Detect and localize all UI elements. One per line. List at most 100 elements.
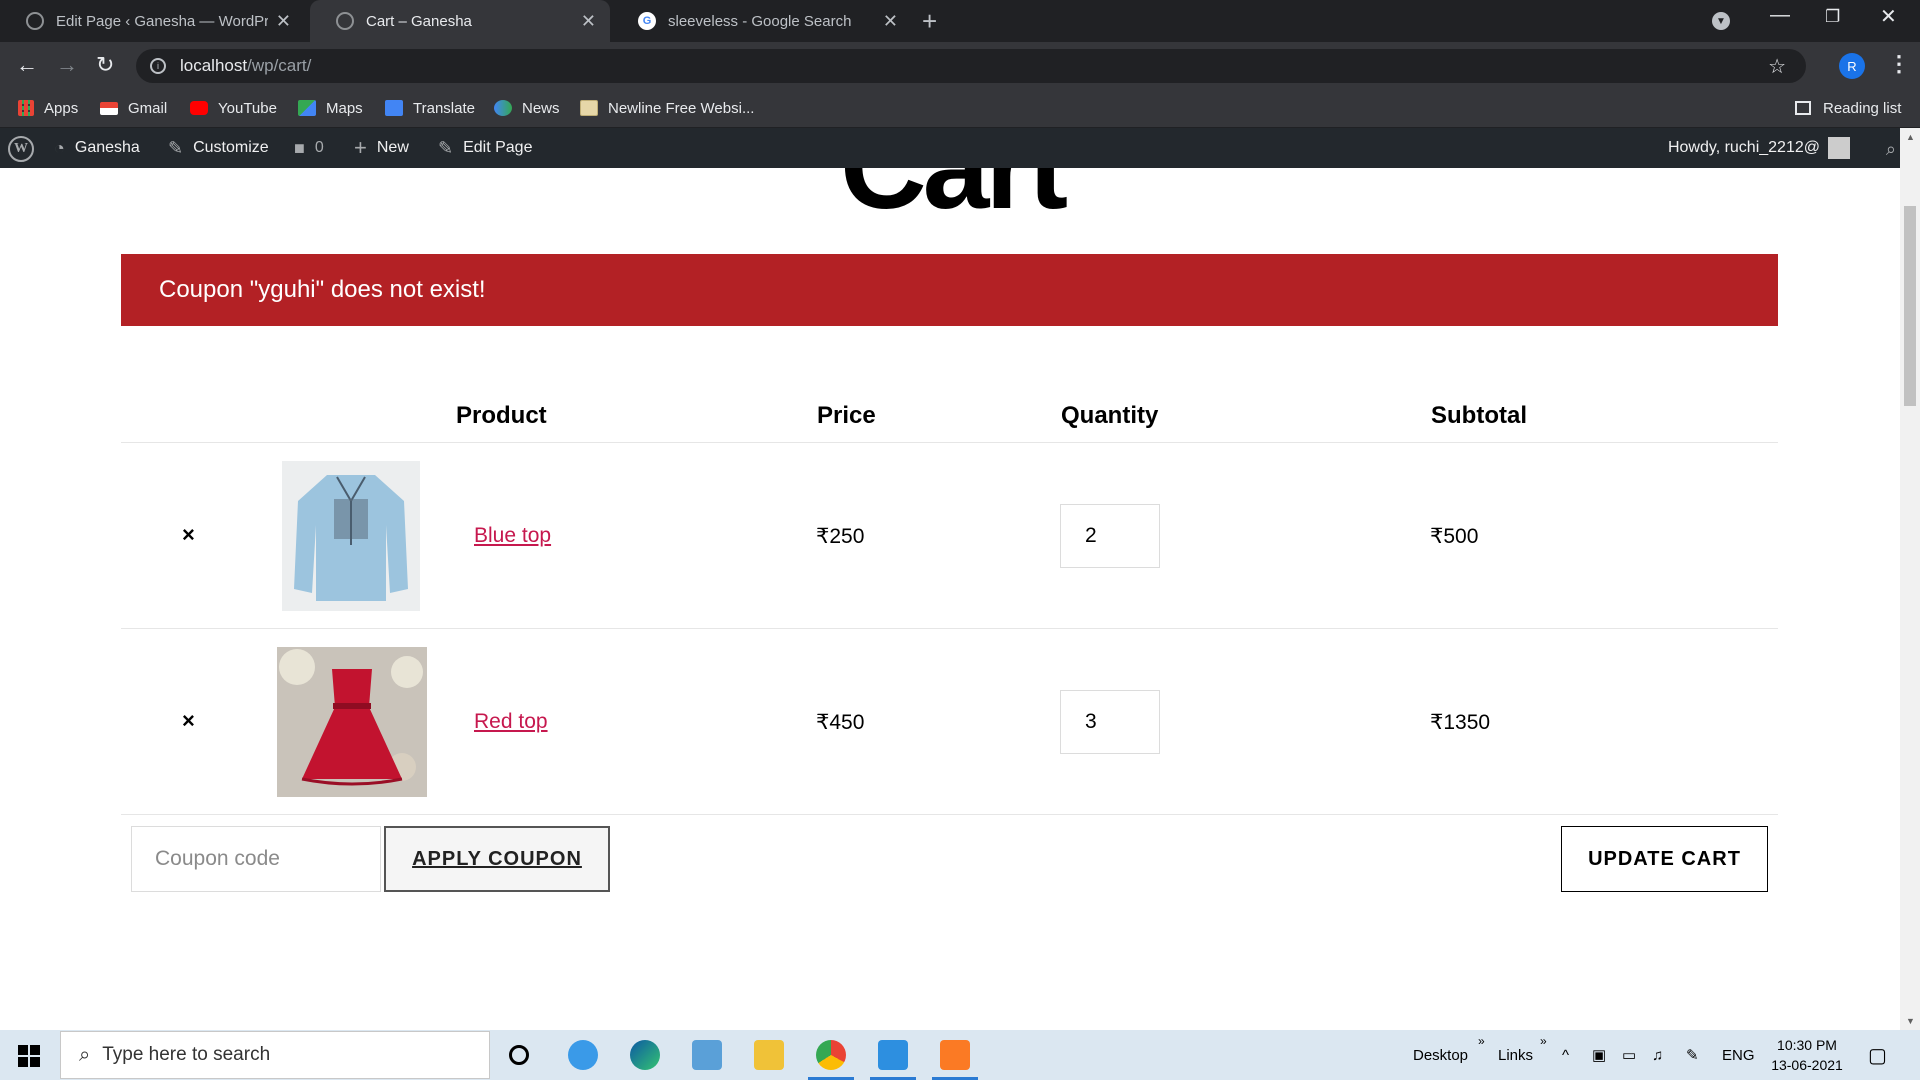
- notifications-icon[interactable]: ▢: [1868, 1030, 1887, 1080]
- row-divider: [121, 442, 1778, 443]
- row-divider: [121, 628, 1778, 629]
- chevron-right-icon[interactable]: »: [1540, 1016, 1547, 1066]
- chrome-icon[interactable]: [802, 1030, 860, 1080]
- chevron-up-icon[interactable]: ^: [1562, 1030, 1569, 1080]
- admin-search-icon[interactable]: ⌕: [1886, 139, 1896, 160]
- cortana-icon[interactable]: [490, 1030, 548, 1080]
- bookmark-youtube[interactable]: YouTube: [190, 88, 277, 128]
- address-bar[interactable]: i localhost/wp/cart/ ☆: [136, 49, 1806, 83]
- meet-now-icon[interactable]: ▣: [1592, 1030, 1606, 1080]
- internet-explorer-icon[interactable]: [554, 1030, 612, 1080]
- product-link-blue-top[interactable]: Blue top: [474, 524, 551, 548]
- product-image-red-top[interactable]: [277, 647, 427, 797]
- new-tab-button[interactable]: +: [922, 6, 937, 37]
- page-content: Cart Coupon "yguhi" does not exist! Prod…: [0, 168, 1900, 1030]
- pencil-icon: ✎: [438, 137, 454, 158]
- xampp-icon[interactable]: [926, 1030, 984, 1080]
- volume-icon[interactable]: ♫: [1652, 1030, 1663, 1080]
- reading-list-icon: [1795, 101, 1811, 115]
- gmail-icon: [100, 101, 118, 115]
- admin-site-link[interactable]: ◔ Ganesha: [54, 128, 140, 168]
- update-cart-button[interactable]: UPDATE CART: [1561, 826, 1768, 892]
- apps-grid-icon: [18, 100, 34, 116]
- admin-edit-page-link[interactable]: ✎ Edit Page: [438, 128, 532, 168]
- column-header-price: Price: [817, 402, 876, 429]
- bookmark-news[interactable]: News: [494, 88, 560, 128]
- bookmark-label: Newline Free Websi...: [608, 99, 755, 117]
- admin-customize-link[interactable]: ✎ Customize: [168, 128, 269, 168]
- bookmark-label: Maps: [326, 99, 363, 117]
- close-tab-icon[interactable]: ✕: [883, 11, 898, 32]
- reload-icon[interactable]: ↻: [96, 52, 114, 78]
- windows-taskbar: ⌕ Type here to search Desktop » Links » …: [0, 1030, 1920, 1080]
- item-subtotal: ₹1350: [1430, 711, 1491, 734]
- reading-list[interactable]: Reading list: [1795, 88, 1901, 128]
- browser-menu-icon[interactable]: ⋮: [1888, 51, 1910, 77]
- apply-coupon-button[interactable]: APPLY COUPON: [384, 826, 610, 892]
- quantity-input[interactable]: 2: [1060, 504, 1160, 568]
- battery-icon[interactable]: ▭: [1622, 1030, 1636, 1080]
- close-tab-icon[interactable]: ✕: [276, 11, 291, 32]
- language-indicator[interactable]: ENG: [1722, 1030, 1755, 1080]
- scroll-down-icon[interactable]: ▼: [1906, 1016, 1915, 1026]
- tab-cart[interactable]: Cart – Ganesha ✕: [310, 0, 610, 42]
- tab-search-icon[interactable]: ▼: [1712, 12, 1730, 30]
- quantity-input[interactable]: 3: [1060, 690, 1160, 754]
- product-image-blue-top[interactable]: [282, 461, 420, 611]
- url-path: /wp/cart/: [247, 56, 312, 75]
- site-info-icon[interactable]: i: [150, 58, 166, 74]
- bookmark-newline[interactable]: Newline Free Websi...: [580, 88, 754, 128]
- scrollbar-thumb[interactable]: [1904, 206, 1916, 406]
- file-explorer-icon[interactable]: [740, 1030, 798, 1080]
- maps-icon: [298, 100, 316, 116]
- globe-icon: [26, 12, 44, 30]
- close-tab-icon[interactable]: ✕: [581, 11, 596, 32]
- admin-account-menu[interactable]: Howdy, ruchi_2212@: [1668, 128, 1850, 168]
- chevron-right-icon[interactable]: »: [1478, 1016, 1485, 1066]
- page-title: Cart: [840, 168, 1068, 236]
- desktop-toolbar[interactable]: Desktop: [1413, 1030, 1468, 1080]
- control-panel-icon[interactable]: [678, 1030, 736, 1080]
- wordpress-logo-icon[interactable]: W: [8, 136, 34, 162]
- admin-new-link[interactable]: + New: [354, 128, 409, 168]
- restore-icon[interactable]: ❐: [1825, 7, 1840, 27]
- bookmark-star-icon[interactable]: ☆: [1768, 54, 1786, 79]
- pen-icon[interactable]: ✎: [1686, 1030, 1699, 1080]
- tab-google-search[interactable]: G sleeveless - Google Search ✕: [612, 0, 912, 42]
- translate-icon: [385, 100, 403, 116]
- news-icon: [494, 100, 512, 116]
- bookmark-translate[interactable]: Translate: [385, 88, 475, 128]
- forward-icon[interactable]: →: [56, 52, 78, 78]
- minimize-icon[interactable]: —: [1770, 4, 1790, 27]
- coupon-code-input[interactable]: [131, 826, 381, 892]
- remove-item-button[interactable]: ×: [182, 708, 195, 734]
- bookmark-gmail[interactable]: Gmail: [100, 88, 167, 128]
- admin-comments-link[interactable]: ■ 0: [294, 128, 324, 168]
- taskbar-clock[interactable]: 10:30 PM 13-06-2021: [1762, 1035, 1852, 1075]
- back-icon[interactable]: ←: [16, 52, 38, 78]
- remove-item-button[interactable]: ×: [182, 522, 195, 548]
- plus-icon: +: [354, 135, 367, 160]
- profile-avatar[interactable]: R: [1839, 53, 1865, 79]
- links-toolbar[interactable]: Links: [1498, 1030, 1533, 1080]
- windows-start-icon[interactable]: [18, 1045, 40, 1067]
- page-scrollbar[interactable]: ▲ ▼: [1900, 128, 1920, 1030]
- taskbar-search-placeholder: Type here to search: [102, 1044, 271, 1065]
- search-icon: ⌕: [79, 1043, 91, 1066]
- bookmark-maps[interactable]: Maps: [298, 88, 363, 128]
- product-link-red-top[interactable]: Red top: [474, 710, 548, 734]
- browser-toolbar: ← → ↻ i localhost/wp/cart/ ☆: [0, 42, 1920, 88]
- window-close-icon[interactable]: ✕: [1880, 4, 1897, 29]
- links-label: Links: [1498, 1046, 1534, 1064]
- tab-edit-page[interactable]: Edit Page ‹ Ganesha — WordPress ✕: [0, 0, 305, 42]
- dashboard-icon: ◔: [54, 137, 65, 158]
- bookmark-label: Gmail: [128, 99, 168, 117]
- desktop-label: Desktop: [1413, 1046, 1469, 1064]
- item-price: ₹250: [816, 525, 865, 548]
- column-header-product: Product: [456, 402, 547, 429]
- edge-icon[interactable]: [616, 1030, 674, 1080]
- scroll-up-icon[interactable]: ▲: [1906, 132, 1915, 142]
- vscode-icon[interactable]: [864, 1030, 922, 1080]
- bookmark-apps[interactable]: Apps: [18, 88, 78, 128]
- taskbar-search-box[interactable]: ⌕ Type here to search: [60, 1031, 490, 1079]
